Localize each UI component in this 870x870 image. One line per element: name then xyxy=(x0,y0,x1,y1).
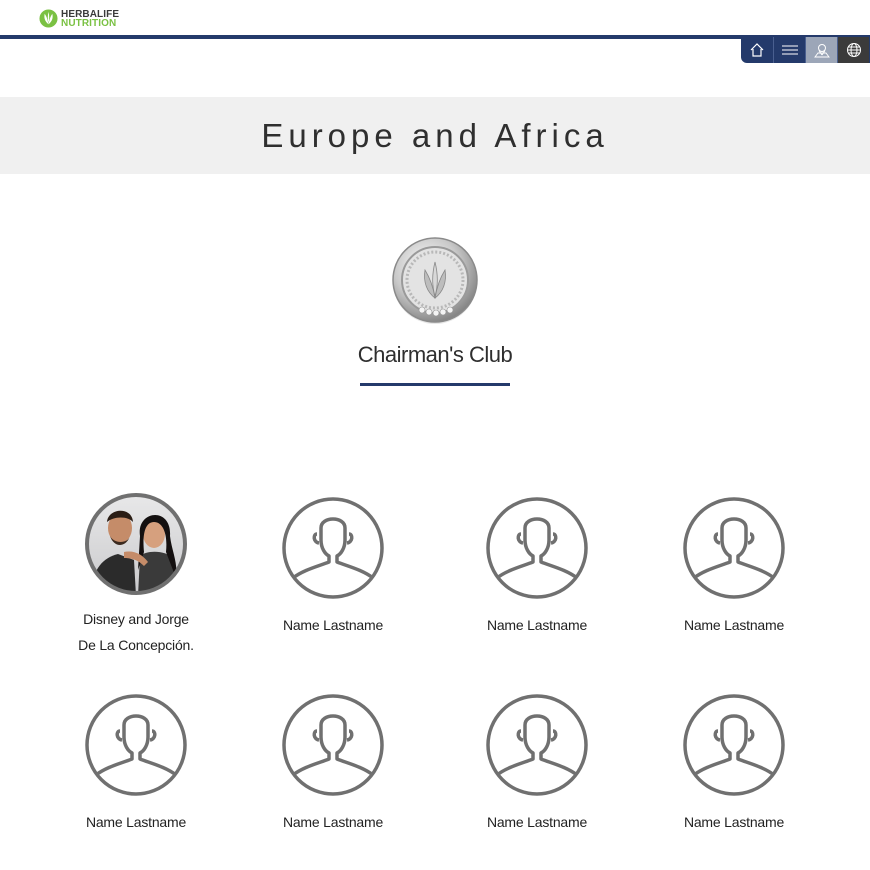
menu-button[interactable] xyxy=(773,37,805,63)
couple-photo-avatar xyxy=(85,493,187,595)
home-button[interactable] xyxy=(741,37,773,63)
member-card[interactable]: Name Lastname xyxy=(36,693,236,835)
member-name: Name Lastname xyxy=(282,617,384,633)
header-divider xyxy=(0,35,870,39)
member-card[interactable]: Name Lastname xyxy=(233,693,433,835)
user-silhouette-icon xyxy=(282,694,384,796)
member-name: Name Lastname xyxy=(683,814,785,830)
member-name: Name Lastname xyxy=(486,814,588,830)
member-avatar-placeholder xyxy=(485,496,589,600)
user-silhouette-icon xyxy=(683,694,785,796)
map-pin-icon xyxy=(813,44,830,58)
top-nav xyxy=(741,37,870,63)
member-avatar-placeholder xyxy=(682,496,786,600)
region-banner: Europe and Africa xyxy=(0,97,870,174)
member-avatar-placeholder xyxy=(485,693,589,797)
member-card[interactable]: Name Lastname xyxy=(437,693,637,835)
member-avatar-placeholder xyxy=(682,693,786,797)
member-name: Disney and Jorge De La Concepción. xyxy=(36,606,236,658)
club-title: Chairman's Club xyxy=(357,342,513,367)
member-card[interactable]: Name Lastname xyxy=(437,496,637,638)
member-avatar-placeholder xyxy=(281,693,385,797)
user-silhouette-icon xyxy=(486,497,588,599)
logo-line-nutrition: NUTRITION xyxy=(61,17,117,29)
user-silhouette-icon xyxy=(282,497,384,599)
member-card[interactable]: Name Lastname xyxy=(634,496,834,638)
member-name: Name Lastname xyxy=(282,814,384,830)
user-silhouette-icon xyxy=(683,497,785,599)
member-name: Name Lastname xyxy=(683,617,785,633)
site-header: HERBALIFE NUTRITION xyxy=(0,0,870,36)
user-silhouette-icon xyxy=(486,694,588,796)
member-name-line2: De La Concepción. xyxy=(78,637,194,653)
menu-icon xyxy=(781,45,798,55)
club-title-underline xyxy=(360,383,510,386)
globe-icon xyxy=(846,43,861,57)
member-avatar-placeholder xyxy=(281,496,385,600)
member-photo xyxy=(84,492,188,596)
chairmans-club-pin-icon xyxy=(392,237,478,324)
herbalife-logo[interactable]: HERBALIFE NUTRITION xyxy=(39,9,119,28)
logo-wordmark: HERBALIFE NUTRITION xyxy=(61,9,119,29)
member-avatar-placeholder xyxy=(84,693,188,797)
member-card[interactable]: Name Lastname xyxy=(233,496,433,638)
member-name-line1: Disney and Jorge xyxy=(83,611,189,627)
member-name: Name Lastname xyxy=(486,617,588,633)
member-name: Name Lastname xyxy=(85,814,187,830)
leaf-logo-icon xyxy=(39,9,58,28)
language-button[interactable] xyxy=(837,37,869,63)
member-card[interactable]: Name Lastname xyxy=(634,693,834,835)
map-button[interactable] xyxy=(805,37,837,63)
home-icon xyxy=(750,43,764,57)
page-title: Europe and Africa xyxy=(261,116,609,154)
user-silhouette-icon xyxy=(85,694,187,796)
member-card[interactable]: Disney and Jorge De La Concepción. xyxy=(36,492,236,658)
